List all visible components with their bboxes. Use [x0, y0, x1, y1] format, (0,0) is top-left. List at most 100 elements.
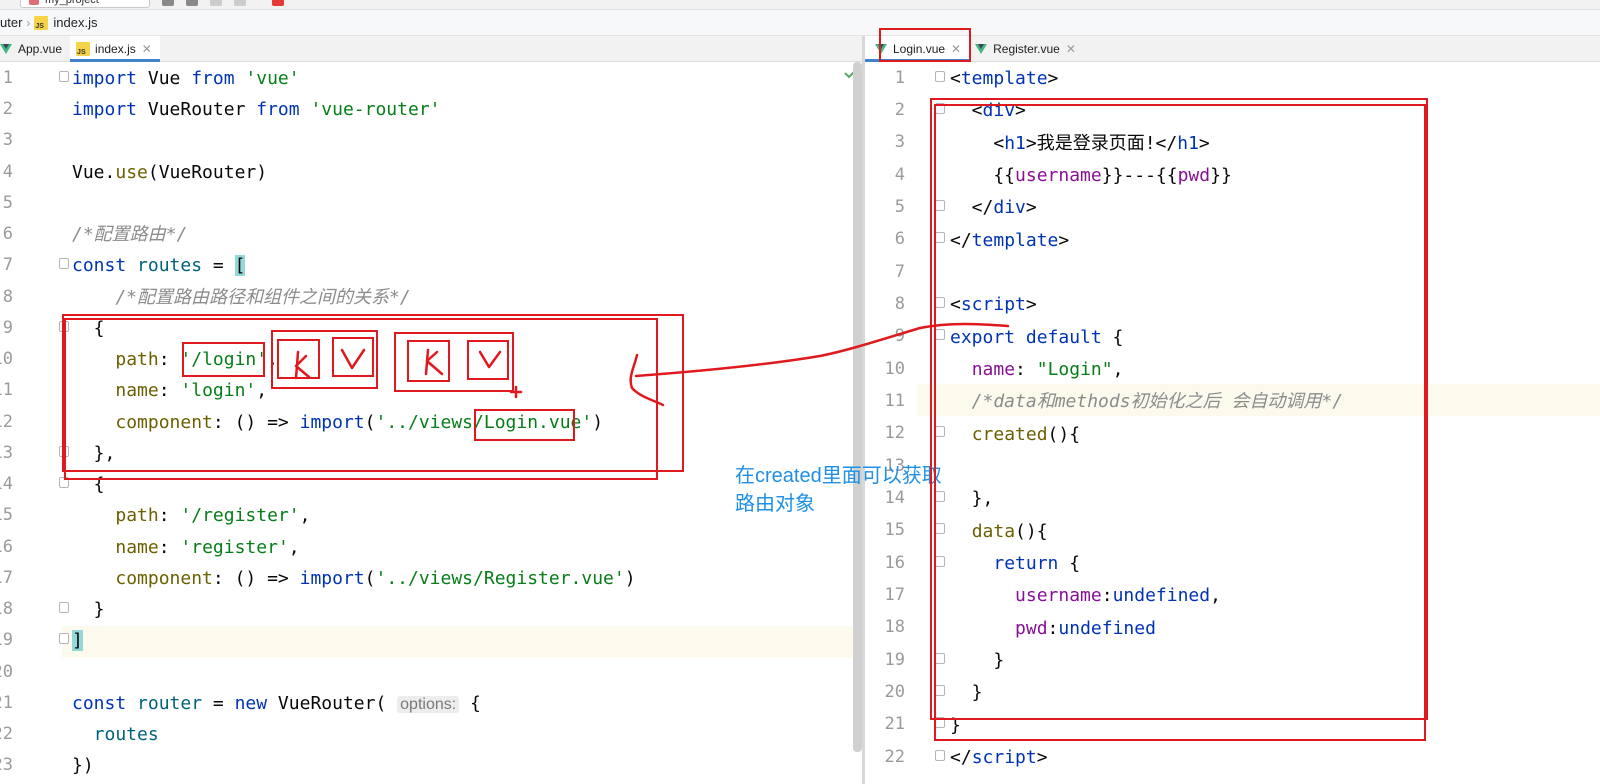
tab-label: Register.vue: [993, 41, 1060, 56]
close-icon[interactable]: ✕: [142, 42, 152, 56]
close-icon[interactable]: ✕: [1066, 42, 1076, 56]
annotation-box-path-login: [182, 342, 265, 377]
vue-file-icon: [0, 43, 12, 54]
code-line-22: </script>: [950, 747, 1048, 768]
line-number: 9: [2, 318, 13, 338]
fold-marker-icon[interactable]: [935, 71, 945, 82]
line-number: 10: [884, 359, 905, 379]
left-tab-bar: App.vue JS index.js ✕: [0, 36, 862, 62]
annotation-line-2: 路由对象: [735, 493, 815, 515]
line-number: 12: [884, 423, 905, 443]
annotation-box-login-tab: [879, 28, 971, 62]
line-number: 6: [894, 229, 905, 249]
tab-label: App.vue: [18, 41, 63, 56]
annotation-box-k-1: [277, 339, 320, 379]
line-number: 17: [884, 585, 905, 605]
current-line-highlight: [62, 626, 853, 658]
line-number: 15: [884, 520, 905, 540]
tab-index-js[interactable]: JS index.js ✕: [70, 36, 160, 62]
line-number: 3: [894, 132, 905, 152]
line-number: 5: [2, 193, 13, 213]
line-number: 8: [2, 287, 13, 307]
line-number: 20: [0, 662, 13, 682]
code-line-22: routes: [72, 724, 159, 745]
debug-icon[interactable]: [210, 0, 222, 6]
annotation-box-v-2: [467, 340, 509, 380]
line-number: 16: [0, 537, 13, 557]
line-number-gutter: 1 2 3 4 5 6 7 8 9 10 11 12 13 14 15 16 1…: [0, 62, 60, 784]
js-file-icon: JS: [76, 41, 91, 56]
fold-marker-icon[interactable]: [59, 258, 69, 269]
code-line-1: import Vue from 'vue': [72, 68, 300, 89]
code-line-2: import VueRouter from 'vue-router': [72, 99, 441, 120]
code-line-18: }: [72, 599, 105, 620]
line-number: 12: [0, 412, 13, 432]
code-line-7: const routes = [: [72, 255, 246, 276]
line-number: 13: [0, 443, 13, 463]
fold-marker-icon[interactable]: [59, 602, 69, 613]
line-number: 4: [2, 162, 13, 182]
line-number: 21: [884, 714, 905, 734]
stop-icon[interactable]: [272, 0, 284, 6]
project-selector[interactable]: my_project: [20, 0, 150, 8]
code-line-23: }): [72, 755, 94, 776]
fold-marker-icon[interactable]: [935, 750, 945, 761]
breadcrumb-separator-icon: ›: [26, 15, 31, 30]
annotation-box-v-1: [332, 337, 374, 377]
breadcrumb-item-router[interactable]: uter: [0, 15, 22, 30]
line-number: 6: [2, 224, 13, 244]
code-line-19: ]: [72, 630, 83, 651]
project-label: my_project: [45, 0, 99, 6]
line-number: 20: [884, 682, 905, 702]
line-number: 1: [2, 68, 13, 88]
line-number: 22: [0, 724, 13, 744]
fold-marker-icon[interactable]: [59, 71, 69, 82]
line-number: 17: [0, 568, 13, 588]
line-number: 2: [894, 100, 905, 120]
line-number: 7: [2, 255, 13, 275]
line-number-gutter: 1 2 3 4 5 6 7 8 9 10 11 12 13 14 15 16 1…: [865, 62, 917, 784]
annotation-line-1: 在created里面可以获取: [735, 465, 942, 487]
run-icon[interactable]: [186, 0, 198, 6]
line-number: 11: [884, 391, 905, 411]
line-number: 19: [884, 650, 905, 670]
top-toolbar: my_project: [0, 0, 1600, 10]
line-number: 3: [2, 130, 13, 150]
code-line-16: name: 'register',: [115, 537, 300, 558]
line-number: 1: [894, 68, 905, 88]
line-number: 11: [0, 380, 13, 400]
line-number: 8: [894, 294, 905, 314]
annotation-text: 在created里面可以获取 路由对象: [735, 462, 942, 518]
js-file-icon: JS: [34, 15, 49, 30]
line-number: 14: [0, 474, 13, 494]
line-number: 2: [2, 99, 13, 119]
line-number: 18: [0, 599, 13, 619]
line-number: 21: [0, 693, 13, 713]
tab-app-vue[interactable]: App.vue: [0, 36, 70, 61]
tab-label: index.js: [95, 41, 136, 56]
inlay-hint: options:: [397, 696, 460, 713]
tab-register-vue[interactable]: Register.vue ✕: [969, 36, 1084, 61]
line-number: 9: [894, 326, 905, 346]
right-tab-bar: Login.vue ✕ Register.vue ✕: [865, 36, 1600, 62]
annotation-box-k-2: [407, 340, 450, 382]
line-number: 22: [884, 747, 905, 767]
code-line-21: const router = new VueRouter( options: {: [72, 693, 481, 714]
build-icon[interactable]: [162, 0, 174, 6]
line-number: 5: [894, 197, 905, 217]
fold-marker-icon[interactable]: [59, 633, 69, 644]
annotation-box-login-vue: [474, 409, 575, 441]
line-number: 10: [0, 349, 13, 369]
code-line-4: Vue.use(VueRouter): [72, 162, 268, 183]
vue-file-icon: [975, 43, 988, 54]
annotation-box-script-body-outer: [934, 104, 1426, 741]
coverage-icon[interactable]: [234, 0, 246, 6]
line-number: 23: [0, 755, 13, 775]
code-line-8: /*配置路由路径和组件之间的关系*/: [72, 287, 411, 308]
code-line-1: <template>: [950, 68, 1059, 89]
code-line-6: /*配置路由*/: [72, 224, 188, 245]
scrollbar[interactable]: [853, 62, 862, 752]
code-line-15: path: '/register',: [115, 505, 311, 526]
breadcrumb-item-file[interactable]: JS index.js: [34, 15, 97, 30]
code-line-17: component: () => import('../views/Regist…: [115, 568, 636, 589]
